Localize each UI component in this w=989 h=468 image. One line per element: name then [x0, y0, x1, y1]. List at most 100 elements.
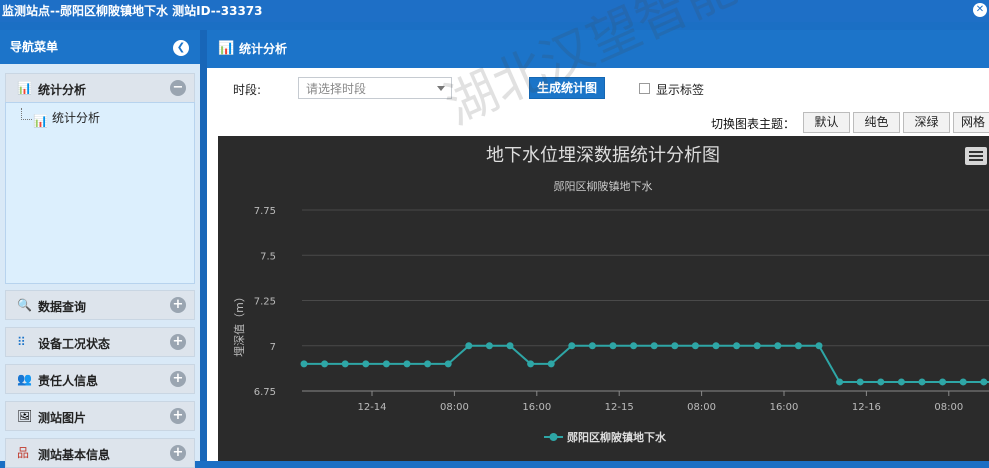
expand-icon[interactable]: + [170, 445, 186, 461]
data-point[interactable] [588, 342, 596, 350]
data-point[interactable] [403, 360, 411, 368]
data-point[interactable] [856, 378, 864, 386]
y-tick-label: 7.75 [254, 206, 276, 217]
panel-title: 统计分析 [239, 42, 288, 56]
sidebar: 导航菜单 ❮ 📊 统计分析 − 📊 统计分析 🔍 数据查询 + ⠿ 设备工况状态… [0, 30, 200, 468]
submenu-item-label: 统计分析 [52, 111, 101, 125]
expand-icon[interactable]: + [170, 408, 186, 424]
x-tick-label: 16:00 [770, 402, 799, 413]
data-point[interactable] [939, 378, 947, 386]
x-tick-label: 12-15 [605, 402, 634, 413]
data-point[interactable] [794, 342, 802, 350]
theme-default-button[interactable]: 默认 [803, 112, 850, 133]
y-axis-label: 埋深值（m） [233, 291, 246, 357]
data-point[interactable] [547, 360, 555, 368]
chart-icon: 📊 [33, 114, 48, 128]
data-point[interactable] [918, 378, 926, 386]
sidebar-title: 导航菜单 [10, 40, 59, 54]
data-point[interactable] [691, 342, 699, 350]
sidebar-item-responsible-person[interactable]: 👥 责任人信息 + [5, 364, 195, 394]
toolbar: 时段: 请选择时段 生成统计图 显示标签 切换图表主题： 默认 纯色 深绿 网格 [207, 68, 989, 133]
data-point[interactable] [568, 342, 576, 350]
sidebar-item-station-pictures[interactable]: 🖼 测站图片 + [5, 401, 195, 431]
data-point[interactable] [485, 342, 493, 350]
expand-icon[interactable]: + [170, 334, 186, 350]
y-tick-label: 6.75 [254, 387, 276, 398]
x-tick-label: 16:00 [522, 402, 551, 413]
org-icon: 品 [17, 446, 30, 460]
chart-icon: 📊 [218, 41, 235, 56]
sidebar-item-data-query[interactable]: 🔍 数据查询 + [5, 290, 195, 320]
expand-icon[interactable]: + [170, 297, 186, 313]
show-labels-checkbox[interactable] [639, 83, 650, 94]
chart-legend[interactable]: 郧阳区柳陂镇地下水 [544, 430, 667, 444]
legend-marker [549, 433, 558, 441]
period-placeholder: 请选择时段 [306, 82, 367, 96]
splitter[interactable] [200, 30, 207, 461]
sidebar-item-label: 测站图片 [38, 411, 87, 425]
sidebar-item-label: 数据查询 [38, 300, 87, 314]
data-point[interactable] [506, 342, 514, 350]
sidebar-item-label: 统计分析 [38, 83, 87, 97]
data-point[interactable] [815, 342, 823, 350]
data-point[interactable] [897, 378, 905, 386]
people-icon: 👥 [17, 372, 32, 386]
theme-dark-green-button[interactable]: 深绿 [903, 112, 950, 133]
sidebar-item-device-status[interactable]: ⠿ 设备工况状态 + [5, 327, 195, 357]
data-point[interactable] [959, 378, 967, 386]
sidebar-header: 导航菜单 ❮ [0, 30, 200, 64]
data-point[interactable] [733, 342, 741, 350]
data-point[interactable] [382, 360, 390, 368]
data-point[interactable] [424, 360, 432, 368]
show-labels-label: 显示标签 [656, 83, 705, 97]
chart-subtitle: 郧阳区柳陂镇地下水 [554, 179, 653, 193]
data-point[interactable] [712, 342, 720, 350]
x-tick-label: 12-16 [852, 402, 881, 413]
data-point[interactable] [444, 360, 452, 368]
collapse-icon[interactable]: − [170, 80, 186, 96]
theme-label: 切换图表主题： [711, 117, 796, 131]
expand-icon[interactable]: + [170, 371, 186, 387]
data-point[interactable] [465, 342, 473, 350]
data-point[interactable] [774, 342, 782, 350]
x-tick-label: 12-14 [357, 402, 386, 413]
data-point[interactable] [527, 360, 535, 368]
x-tick-label: 08:00 [687, 402, 716, 413]
period-select[interactable]: 请选择时段 [298, 77, 452, 99]
data-point[interactable] [300, 360, 308, 368]
data-point[interactable] [341, 360, 349, 368]
data-point[interactable] [630, 342, 638, 350]
generate-chart-button[interactable]: 生成统计图 [529, 77, 605, 99]
sidebar-item-label: 责任人信息 [38, 374, 99, 388]
panel-header: 📊 统计分析 [207, 30, 989, 68]
title-bar: 监测站点--郧阳区柳陂镇地下水 测站ID--33373 ✕ [0, 0, 989, 22]
tree-line [21, 108, 32, 120]
theme-grid-button[interactable]: 网格 [953, 112, 989, 133]
collapse-sidebar-icon[interactable]: ❮ [173, 40, 189, 56]
sidebar-item-label: 设备工况状态 [38, 337, 111, 351]
line-chart: 地下水位埋深数据统计分析图 郧阳区柳陂镇地下水 埋深值（m） 7.75 7.5 7.… [233, 145, 989, 444]
data-point[interactable] [836, 378, 844, 386]
chart-title: 地下水位埋深数据统计分析图 [486, 145, 720, 166]
data-point[interactable] [362, 360, 370, 368]
close-icon[interactable]: ✕ [973, 3, 987, 17]
chart-area: 地下水位埋深数据统计分析图 郧阳区柳陂镇地下水 埋深值（m） 7.75 7.5 7.… [218, 136, 989, 461]
sidebar-item-station-info[interactable]: 品 测站基本信息 + [5, 438, 195, 468]
data-point[interactable] [980, 378, 988, 386]
x-tick-label: 08:00 [440, 402, 469, 413]
chevron-down-icon [437, 86, 445, 91]
window-title: 监测站点--郧阳区柳陂镇地下水 测站ID--33373 [2, 4, 263, 18]
statistics-submenu: 📊 统计分析 [5, 102, 195, 284]
theme-solid-button[interactable]: 纯色 [853, 112, 900, 133]
grid-icon: ⠿ [17, 335, 26, 349]
data-point[interactable] [650, 342, 658, 350]
data-point[interactable] [753, 342, 761, 350]
search-icon: 🔍 [17, 298, 32, 312]
menu-icon[interactable] [965, 147, 987, 165]
data-point[interactable] [671, 342, 679, 350]
data-point[interactable] [877, 378, 885, 386]
sidebar-item-statistics[interactable]: 📊 统计分析 − [5, 73, 195, 103]
data-point[interactable] [609, 342, 617, 350]
data-point[interactable] [321, 360, 329, 368]
y-tick-label: 7.25 [254, 297, 276, 308]
